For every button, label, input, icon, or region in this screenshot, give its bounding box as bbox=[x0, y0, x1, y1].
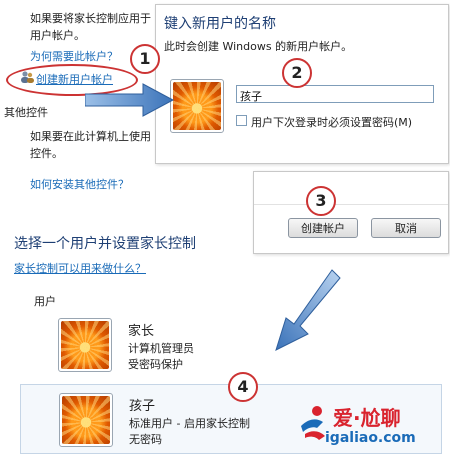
users-section-label: 用户 bbox=[34, 295, 56, 308]
user-name: 家长 bbox=[128, 324, 155, 339]
watermark-brand: 爱·尬聊 bbox=[333, 406, 401, 430]
require-password-checkbox[interactable] bbox=[236, 115, 247, 126]
user-row-parent[interactable]: 家长 计算机管理员 受密码保护 bbox=[20, 310, 442, 380]
other-controls-heading: 其他控件 bbox=[4, 106, 48, 119]
button-panel-divider bbox=[254, 204, 448, 205]
why-account-link[interactable]: 为何需要此帐户？ bbox=[30, 48, 118, 64]
other-controls-line2: 控件。 bbox=[30, 147, 63, 160]
cancel-button[interactable]: 取消 bbox=[371, 218, 441, 238]
users-icon bbox=[20, 71, 34, 83]
user-name: 孩子 bbox=[129, 399, 156, 414]
intro-text-line2: 用户帐户。 bbox=[30, 29, 85, 42]
callout-2: 2 bbox=[282, 58, 312, 88]
new-user-name-input[interactable]: 孩子 bbox=[236, 85, 434, 103]
name-input-value: 孩子 bbox=[240, 90, 262, 103]
runner-logo-icon bbox=[301, 406, 325, 440]
watermark-logo: 爱·尬聊 igaliao.com bbox=[295, 400, 445, 456]
install-controls-link[interactable]: 如何安装其他控件？ bbox=[30, 176, 129, 192]
user-role: 标准用户 - 启用家长控制 bbox=[129, 417, 250, 430]
create-account-button[interactable]: 创建帐户 bbox=[288, 218, 358, 238]
dialog-title: 键入新用户的名称 bbox=[164, 16, 276, 32]
callout-1: 1 bbox=[130, 44, 160, 74]
page-heading: 选择一个用户并设置家长控制 bbox=[14, 236, 196, 252]
watermark-domain: igaliao.com bbox=[325, 430, 416, 446]
require-password-label: 用户下次登录时必须设置密码(M) bbox=[251, 116, 413, 129]
user-password-status: 无密码 bbox=[129, 433, 162, 446]
callout-3: 3 bbox=[306, 186, 336, 216]
callout-4: 4 bbox=[228, 372, 258, 402]
parental-controls-help-link[interactable]: 家长控制可以用来做什么？ bbox=[14, 260, 146, 276]
user-role: 计算机管理员 bbox=[128, 342, 194, 355]
intro-text-line1: 如果要将家长控制应用于 bbox=[30, 12, 151, 25]
arrow-right-icon bbox=[85, 83, 175, 117]
dialog-subtitle: 此时会创建 Windows 的新用户帐户。 bbox=[164, 40, 353, 53]
button-panel: 创建帐户 取消 bbox=[253, 171, 449, 254]
user-avatar bbox=[59, 393, 113, 447]
user-password-status: 受密码保护 bbox=[128, 358, 183, 371]
arrow-down-left-icon bbox=[275, 269, 341, 351]
user-avatar bbox=[58, 318, 112, 372]
other-controls-line1: 如果要在此计算机上使用 bbox=[30, 130, 151, 143]
new-user-avatar bbox=[170, 79, 224, 133]
